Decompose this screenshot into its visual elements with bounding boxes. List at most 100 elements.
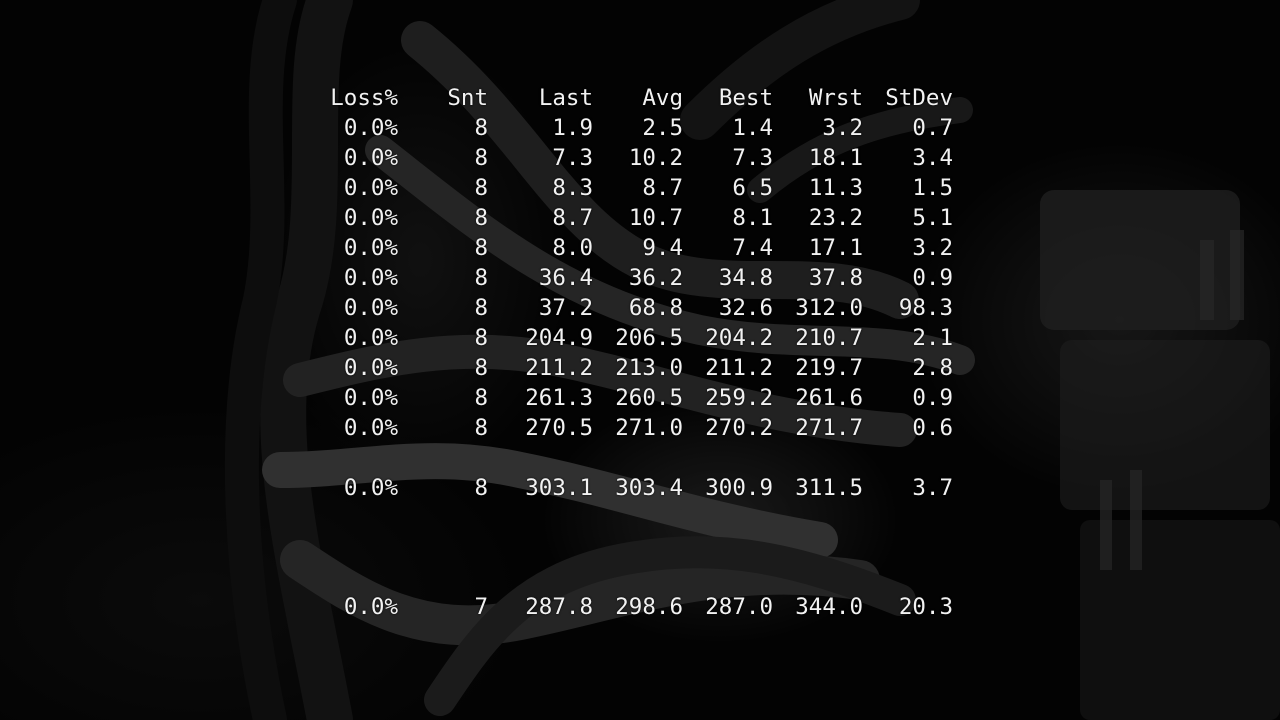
snt-cell: 8 (474, 295, 488, 321)
best-cell: 32.6 (718, 295, 773, 321)
wrst-cell: 11.3 (808, 175, 863, 201)
column-header-loss: Loss% (330, 85, 398, 111)
best-cell: 8.1 (732, 205, 773, 231)
wrst-cell: 344.0 (795, 594, 863, 620)
table-row: 0.0% 8 261.3 260.5 259.2 261.6 0.9 (0, 383, 1280, 413)
table-row: 0.0% 8 211.2 213.0 211.2 219.7 2.8 (0, 353, 1280, 383)
last-cell: 7.3 (552, 145, 593, 171)
avg-cell: 9.4 (642, 235, 683, 261)
avg-cell: 298.6 (615, 594, 683, 620)
table-row: 0.0% 8 1.9 2.5 1.4 3.2 0.7 (0, 113, 1280, 143)
column-header-snt: Snt (447, 85, 488, 111)
snt-cell: 8 (474, 475, 488, 501)
table-row: 0.0% 7 287.8 298.6 287.0 344.0 20.3 (0, 592, 1280, 622)
snt-cell: 8 (474, 205, 488, 231)
avg-cell: 213.0 (615, 355, 683, 381)
best-cell: 259.2 (705, 385, 773, 411)
loss-cell: 0.0% (343, 594, 398, 620)
wrst-cell: 271.7 (795, 415, 863, 441)
wrst-cell: 219.7 (795, 355, 863, 381)
best-cell: 7.4 (732, 235, 773, 261)
snt-cell: 8 (474, 145, 488, 171)
table-row: 0.0% 8 37.2 68.8 32.6 312.0 98.3 (0, 293, 1280, 323)
table-row: 0.0% 8 8.7 10.7 8.1 23.2 5.1 (0, 203, 1280, 233)
loss-cell: 0.0% (343, 145, 398, 171)
best-cell: 7.3 (732, 145, 773, 171)
table-row: 0.0% 8 303.1 303.4 300.9 311.5 3.7 (0, 473, 1280, 503)
best-cell: 34.8 (718, 265, 773, 291)
loss-cell: 0.0% (343, 175, 398, 201)
avg-cell: 10.2 (628, 145, 683, 171)
snt-cell: 8 (474, 265, 488, 291)
stdev-cell: 3.4 (912, 145, 953, 171)
table-row: 0.0% 8 8.0 9.4 7.4 17.1 3.2 (0, 233, 1280, 263)
best-cell: 6.5 (732, 175, 773, 201)
snt-cell: 8 (474, 385, 488, 411)
last-cell: 204.9 (525, 325, 593, 351)
wrst-cell: 312.0 (795, 295, 863, 321)
best-cell: 300.9 (705, 475, 773, 501)
mtr-report-table: Loss% Snt Last Avg Best Wrst StDev 0.0% … (0, 0, 1280, 720)
last-cell: 287.8 (525, 594, 593, 620)
avg-cell: 68.8 (628, 295, 683, 321)
loss-cell: 0.0% (343, 235, 398, 261)
loss-cell: 0.0% (343, 355, 398, 381)
loss-cell: 0.0% (343, 385, 398, 411)
loss-cell: 0.0% (343, 115, 398, 141)
last-cell: 37.2 (538, 295, 593, 321)
column-header-stdev: StDev (885, 85, 953, 111)
stdev-cell: 0.9 (912, 265, 953, 291)
loss-cell: 0.0% (343, 295, 398, 321)
stdev-cell: 2.8 (912, 355, 953, 381)
last-cell: 8.3 (552, 175, 593, 201)
loss-cell: 0.0% (343, 415, 398, 441)
snt-cell: 8 (474, 325, 488, 351)
wrst-cell: 23.2 (808, 205, 863, 231)
wrst-cell: 3.2 (822, 115, 863, 141)
screen: Loss% Snt Last Avg Best Wrst StDev 0.0% … (0, 0, 1280, 720)
best-cell: 287.0 (705, 594, 773, 620)
wrst-cell: 18.1 (808, 145, 863, 171)
avg-cell: 8.7 (642, 175, 683, 201)
avg-cell: 36.2 (628, 265, 683, 291)
table-header-row: Loss% Snt Last Avg Best Wrst StDev (0, 83, 1280, 113)
column-header-last: Last (538, 85, 593, 111)
column-header-wrst: Wrst (808, 85, 863, 111)
last-cell: 261.3 (525, 385, 593, 411)
best-cell: 204.2 (705, 325, 773, 351)
last-cell: 270.5 (525, 415, 593, 441)
best-cell: 270.2 (705, 415, 773, 441)
stdev-cell: 3.7 (912, 475, 953, 501)
wrst-cell: 311.5 (795, 475, 863, 501)
table-row: 0.0% 8 36.4 36.2 34.8 37.8 0.9 (0, 263, 1280, 293)
stdev-cell: 0.6 (912, 415, 953, 441)
avg-cell: 2.5 (642, 115, 683, 141)
loss-cell: 0.0% (343, 265, 398, 291)
stdev-cell: 0.9 (912, 385, 953, 411)
last-cell: 36.4 (538, 265, 593, 291)
last-cell: 303.1 (525, 475, 593, 501)
snt-cell: 7 (474, 594, 488, 620)
column-header-avg: Avg (642, 85, 683, 111)
table-row: 0.0% 8 7.3 10.2 7.3 18.1 3.4 (0, 143, 1280, 173)
avg-cell: 260.5 (615, 385, 683, 411)
stdev-cell: 0.7 (912, 115, 953, 141)
stdev-cell: 5.1 (912, 205, 953, 231)
snt-cell: 8 (474, 235, 488, 261)
snt-cell: 8 (474, 115, 488, 141)
last-cell: 1.9 (552, 115, 593, 141)
snt-cell: 8 (474, 175, 488, 201)
stdev-cell: 20.3 (898, 594, 953, 620)
loss-cell: 0.0% (343, 205, 398, 231)
best-cell: 211.2 (705, 355, 773, 381)
wrst-cell: 210.7 (795, 325, 863, 351)
table-row: 0.0% 8 8.3 8.7 6.5 11.3 1.5 (0, 173, 1280, 203)
avg-cell: 271.0 (615, 415, 683, 441)
loss-cell: 0.0% (343, 325, 398, 351)
wrst-cell: 261.6 (795, 385, 863, 411)
snt-cell: 8 (474, 415, 488, 441)
snt-cell: 8 (474, 355, 488, 381)
table-row: 0.0% 8 270.5 271.0 270.2 271.7 0.6 (0, 413, 1280, 443)
column-header-best: Best (718, 85, 773, 111)
last-cell: 211.2 (525, 355, 593, 381)
